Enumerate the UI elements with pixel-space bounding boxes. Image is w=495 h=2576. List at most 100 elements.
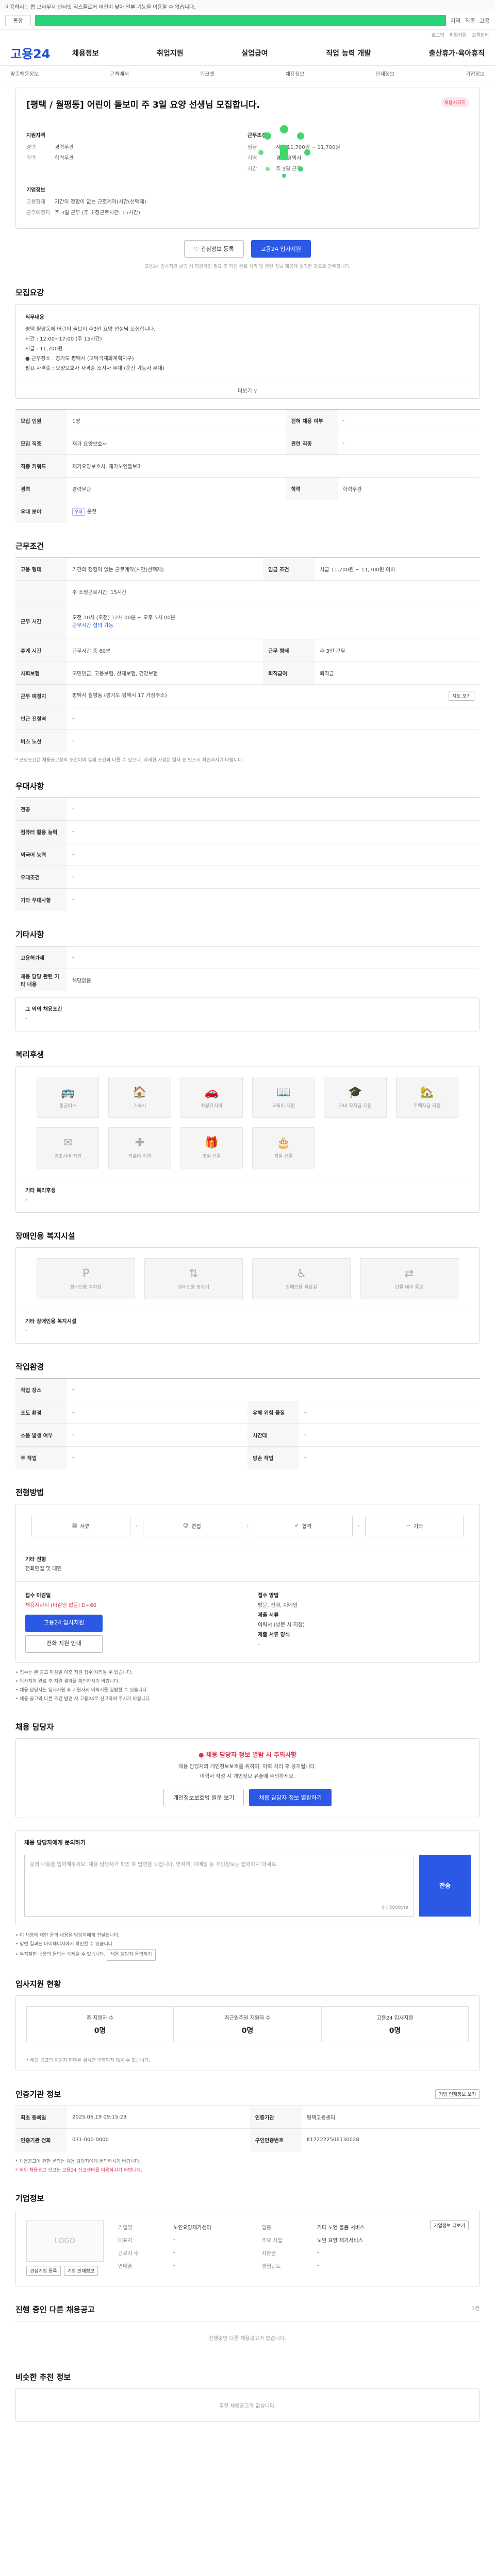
company-fav-button[interactable]: 관심기업 등록	[26, 2265, 61, 2276]
signup-link[interactable]: 회원가입	[450, 31, 467, 39]
job-title: [평택 / 월평동] 어린이 돌보미 주 3일 요양 선생님 모집합니다.	[26, 100, 260, 110]
arrow-icon: ›	[357, 1522, 360, 1530]
gnb-item-benefit[interactable]: 실업급여	[241, 48, 268, 58]
envelope-icon: ✉	[63, 1137, 73, 1149]
other-jobs-count: 1건	[471, 2306, 480, 2312]
welfare-title: 복리후생	[15, 1050, 44, 1059]
passage-icon: ⇄	[404, 1267, 414, 1280]
more-button[interactable]: 더보기 ∨	[16, 382, 479, 398]
dorm-icon: 🏠	[133, 1086, 147, 1099]
apply-button[interactable]: 고용24 입사지원	[251, 240, 311, 258]
subnav-item[interactable]: 근처에서	[110, 70, 129, 77]
footer-spacer	[15, 2422, 480, 2443]
gnb-menu: 채용정보 취업지원 실업급여 직업 능력 개발 출산휴가·육아휴직	[72, 48, 485, 58]
qna-count: 0 / 500byte	[382, 1905, 408, 1910]
qna-send-button[interactable]: 전송	[419, 1854, 471, 1917]
qna-bullets: • 이 채용에 대한 문의 내용은 담당자에게 전달됩니다. • 답변 결과는 …	[15, 1931, 480, 1961]
privacy-law-button[interactable]: 개인정보보호법 원문 보기	[163, 1788, 244, 1806]
table-row: 채용 담당 관련 기타 내용 해당없음	[15, 968, 480, 991]
table-row: 버스 노선 -	[15, 729, 480, 752]
welfare-item: 🎂 생일 선물	[252, 1127, 315, 1168]
table-row: 직종 키워드 재가요양보호사, 재가노인돌보미	[15, 454, 480, 478]
stats-grid: 총 지원자 수 0명 최근일주일 지원자 수 0명 고용24 입사지원 0명	[16, 1996, 479, 2053]
welfare-item: 🏠 기숙사	[108, 1077, 171, 1118]
arrow-icon: ›	[246, 1522, 249, 1530]
form-label: 제출 서류 양식	[258, 1632, 290, 1638]
welfare-item: 🏡 주택자금 지원	[395, 1077, 458, 1118]
org-talent-button[interactable]: 기업 인재정보 보기	[435, 2089, 480, 2099]
gnb-item-support[interactable]: 취업지원	[157, 48, 184, 58]
loc-value: 주 3일 근무 (주 소정근로시간: 15시간)	[55, 210, 140, 216]
disabled-other-title: 기타 장애인용 복지시설	[25, 1319, 76, 1325]
call-apply-button[interactable]: 전화 지원 안내	[25, 1635, 103, 1653]
save-interest-button[interactable]: ♡ 관심정보 등록	[184, 240, 244, 258]
table-row: 모집 인원 1명 전혀 채용 여부 -	[15, 409, 480, 432]
warning-desc: 채용 담당자의 개인정보보호를 위하여, 이력 처리 후 공개됩니다. 이력서 작…	[178, 1764, 317, 1780]
contact-box: ● 채용 담당자 정보 열람 시 주의사항 채용 담당자의 개인정보보호를 위하…	[15, 1738, 480, 1818]
work-table: 고용 형태 기간의 정함이 없는 근로계약(시간(선택제) 임금 조건 시급 11,7…	[15, 557, 480, 752]
deadline-badge: 채용시까지	[441, 97, 469, 107]
gnb-item-training[interactable]: 직업 능력 개발	[326, 48, 371, 58]
qualification-label: 지원자격	[26, 133, 45, 139]
welfare-item: ✚ 의료비 지원	[108, 1127, 171, 1168]
other-jobs-title: 진행 중인 다른 채용공고	[15, 2304, 95, 2314]
job-summary-2: 기업정보 고용형태 기간의 정함이 없는 근로계약(시간(선택제) 근무예정지 주 …	[26, 185, 469, 219]
subnav-item[interactable]: 맞춤채용정보	[10, 70, 39, 77]
step-item: ☺ 면접	[142, 1515, 241, 1536]
welfare-item: 🎓 자녀 학자금 지원	[324, 1077, 387, 1118]
career-key: 경력	[26, 145, 36, 150]
subnav-item[interactable]: 인재정보	[375, 70, 394, 77]
company-talent-button[interactable]: 기업 인재정보	[63, 2265, 98, 2276]
detail-text: 직무내용 평택 월평동에 어린이 돌보미 주3일 요양 선생님 모집합니다. 시…	[16, 304, 479, 382]
apply-info: 접수 마감일 채용시까지 (마감일 없음) D+60 고용24 입사지원 전화 …	[16, 1581, 479, 1662]
login-link[interactable]: 로그인	[432, 31, 444, 39]
company-more-button[interactable]: 기업정보 더보기	[430, 2220, 469, 2230]
process-steps: ▤ 서류 › ☺ 면접 › ✓ 합격 › ⋯ 기타	[16, 1504, 479, 1548]
employment-icon[interactable]: 고용	[480, 16, 490, 25]
qna-more-button[interactable]: 채용 담당자 문의하기	[107, 1949, 156, 1961]
bus-icon: 🚌	[60, 1086, 75, 1099]
region-icon[interactable]: 지역	[450, 16, 460, 25]
job-icon[interactable]: 직종	[465, 16, 475, 25]
disabled-grid: P 장애인용 주차장 ⇅ 장애인용 승강기 ♿ 장애인용 화장실 ⇄ 건물 내부 통로	[16, 1248, 479, 1310]
car-icon: 🚗	[204, 1086, 219, 1099]
contact-buttons: 개인정보보호법 원문 보기 채용 담당자 정보 열람하기	[27, 1788, 468, 1806]
disabled-box: P 장애인용 주차장 ⇅ 장애인용 승강기 ♿ 장애인용 화장실 ⇄ 건물 내부 통로 …	[15, 1247, 480, 1344]
stats-box: 총 지원자 수 0명 최근일주일 지원자 수 0명 고용24 입사지원 0명 * 해당…	[15, 1995, 480, 2072]
qna-textarea[interactable]: 문의 내용을 입력해주세요. 채용 담당자가 확인 후 답변을 드립니다. 연락…	[24, 1854, 414, 1917]
view-contact-button[interactable]: 채용 담당자 정보 열람하기	[249, 1788, 332, 1806]
book-icon: 📖	[276, 1086, 291, 1099]
search-scope-select[interactable]: 통합	[5, 14, 31, 26]
apply-button-2[interactable]: 고용24 입사지원	[25, 1614, 103, 1632]
site-logo[interactable]: 고용24	[10, 44, 72, 62]
subnav-item[interactable]: 기업정보	[466, 70, 485, 77]
duty-line: ● 근무장소 : 경기도 평택시 (고덕국제화계획지구)	[25, 356, 134, 362]
table-row: 우대 분야 우대 운전	[15, 500, 480, 523]
gnb-item-leave[interactable]: 출산휴가·육아휴직	[429, 48, 485, 58]
recommend-empty: 추천 채용공고가 없습니다.	[15, 2388, 480, 2422]
step-item: ▤ 서류	[31, 1515, 130, 1536]
subnav-item[interactable]: 채용정보	[286, 70, 305, 77]
table-row: 주 소정근로시간: 15시간	[15, 580, 480, 603]
welfare-box: 🚌 통근버스 🏠 기숙사 🚗 차량유지비 📖 교육비 지원 🎓 자녀 학자금 지원 🏡 주택…	[15, 1066, 480, 1213]
env-title: 작업환경	[15, 1362, 44, 1371]
disabled-item: ⇄ 건물 내부 통로	[360, 1258, 458, 1299]
extra-title: 기타사항	[15, 929, 44, 939]
search-input[interactable]	[35, 14, 447, 26]
table-row: 인증기관 전화 031-000-0000 구인인증번호 K17222250613002…	[15, 2128, 480, 2151]
period-value: 채용시까지 (마감일 없음)	[25, 1602, 80, 1608]
toilet-icon: ♿	[296, 1267, 307, 1280]
gift-icon: 🎁	[204, 1137, 219, 1149]
help-link[interactable]: 고객센터	[472, 31, 489, 39]
gnb-item-jobs[interactable]: 채용정보	[72, 48, 99, 58]
disabled-other-value: -	[25, 1328, 27, 1334]
map-button[interactable]: 지도 보기	[449, 690, 474, 701]
duty-title: 직무내용	[25, 315, 44, 320]
recommend-title: 비슷한 추천 정보	[15, 2372, 71, 2382]
detail-box: 직무내용 평택 월평동에 어린이 돌보미 주3일 요양 선생님 모집합니다. 시…	[15, 304, 480, 399]
job-summary: 지원자격 경력 경력무관 학력 학력무관 근무조건 임금 시급 11,700원 ~ 1…	[26, 131, 469, 175]
company-label: 기업정보	[26, 188, 45, 193]
company-title: 기업정보	[15, 2193, 44, 2203]
work-foot: * 근로조건은 채용공고상의 조건이며 실제 조건과 다를 수 있으니, 자세한…	[15, 758, 244, 763]
subnav-item[interactable]: 워크넷	[200, 70, 214, 77]
